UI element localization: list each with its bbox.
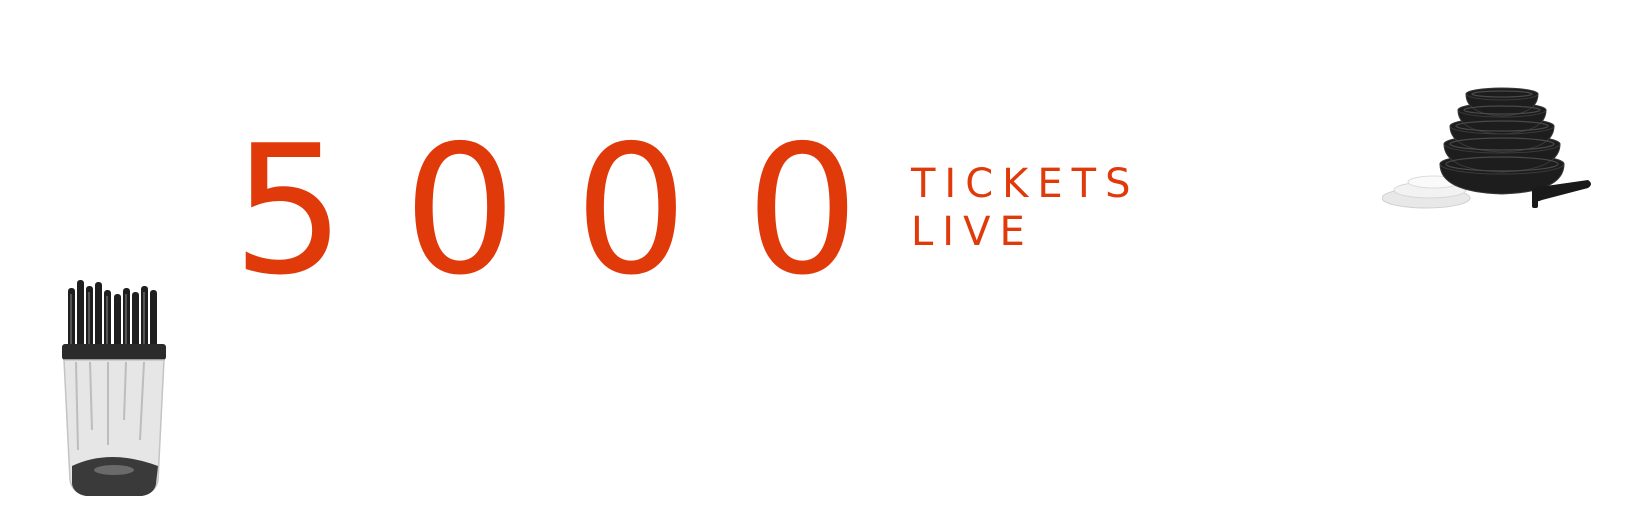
knife-block-image bbox=[62, 280, 166, 496]
counter-caption: TICKETS LIVE bbox=[911, 160, 1140, 256]
block-collar bbox=[62, 344, 166, 360]
cookware-image bbox=[1382, 87, 1591, 209]
caption-line-live: LIVE bbox=[911, 209, 1034, 255]
ticket-count: 5000 bbox=[232, 107, 917, 314]
tickets-counter: 5000 TICKETS LIVE bbox=[232, 122, 1140, 300]
block-base bbox=[72, 457, 158, 496]
caption-line-tickets: TICKETS bbox=[911, 161, 1140, 207]
